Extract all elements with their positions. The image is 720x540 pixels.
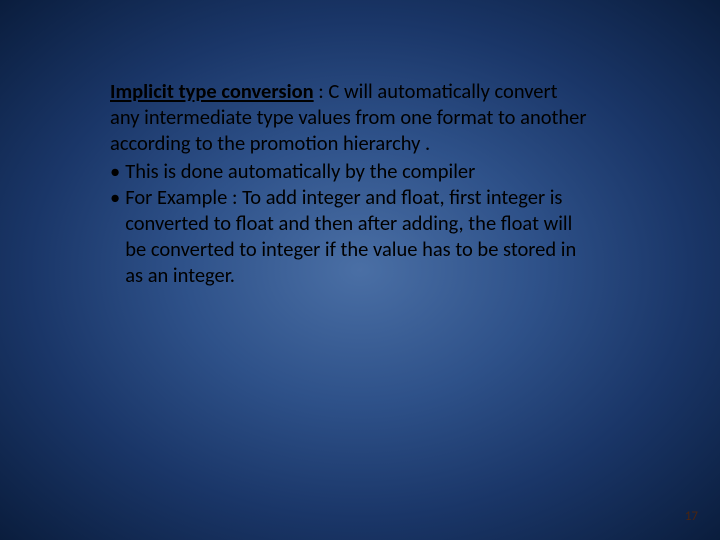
- bullet-item-2: • For Example : To add integer and float…: [110, 184, 590, 288]
- bullet-mark: •: [110, 184, 125, 288]
- bullet-text-2: For Example : To add integer and float, …: [125, 184, 590, 288]
- bullet-mark: •: [110, 158, 125, 184]
- bullet-text-1: This is done automatically by the compil…: [125, 158, 590, 184]
- slide-body: Implicit type conversion : C will automa…: [110, 78, 590, 288]
- bullet-item-1: • This is done automatically by the comp…: [110, 158, 590, 184]
- heading-block: Implicit type conversion : C will automa…: [110, 78, 590, 156]
- page-number: 17: [685, 509, 698, 524]
- heading-term: Implicit type conversion: [110, 78, 314, 104]
